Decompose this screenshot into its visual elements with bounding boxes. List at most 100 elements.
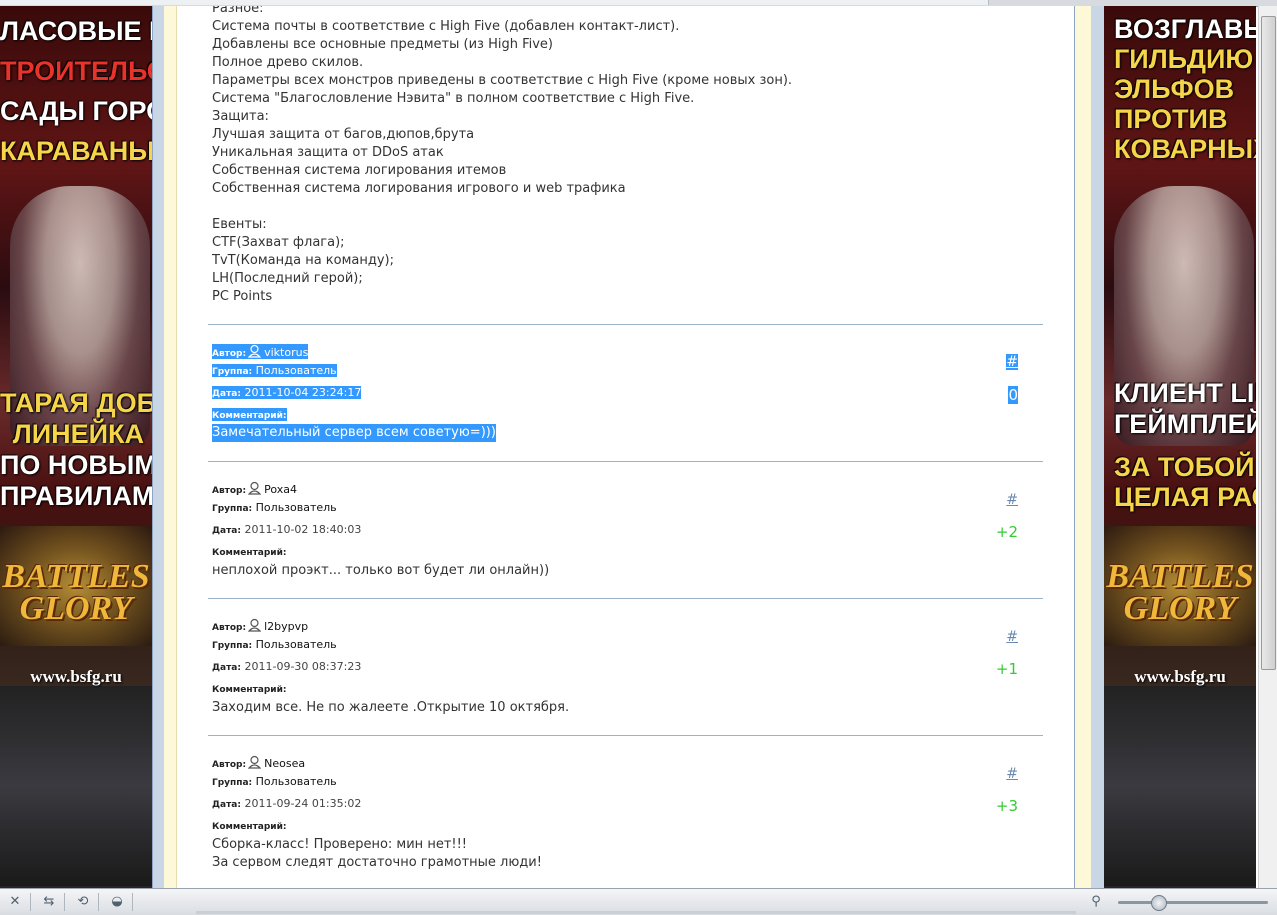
comment-label-row: Комментарий: <box>212 545 287 558</box>
right-ad-banner[interactable]: ВОЗГЛАВЬ ГИЛЬДИЮ ЭЛЬФОВ ПРОТИВ КОВАРНЫХ … <box>1104 6 1256 888</box>
user-icon <box>248 755 262 769</box>
banner-lower-art <box>1104 686 1256 886</box>
news-line: Система почты в соответствие с High Five… <box>212 19 680 34</box>
status-separator <box>64 893 65 911</box>
zoom-slider-track[interactable] <box>1118 901 1268 904</box>
comment-group-row: Группа: Пользователь <box>212 501 337 514</box>
comment-label: Комментарий: <box>212 411 287 421</box>
comment-body: Сборка-класс! Проверено: мин нет!!! За с… <box>212 836 542 872</box>
banner-text-line: КАРАВАНЫ <box>0 136 152 166</box>
page-border-right <box>1091 6 1104 888</box>
comment-label-row: Комментарий: <box>212 682 287 695</box>
comment-date-row: Дата: 2011-10-04 23:24:17 <box>212 386 362 399</box>
banner-text-line: ЭЛЬФОВ <box>1114 74 1235 104</box>
permalink-link[interactable]: # <box>1006 766 1018 782</box>
comment-body: неплохой проэкт... только вот будет ли о… <box>212 562 549 580</box>
status-separator <box>132 893 133 911</box>
group-label: Группа: <box>212 641 253 651</box>
banner-text-line: САДЫ ГОРОДОВ <box>0 96 152 126</box>
author-name-link[interactable]: Poxa4 <box>264 483 297 496</box>
share-icon[interactable]: ⟲ <box>74 894 92 910</box>
permalink-link[interactable]: # <box>1006 492 1018 508</box>
page-margin-left <box>164 6 177 888</box>
author-name-link[interactable]: l2bypvp <box>264 620 308 633</box>
news-line: LH(Последний герой); <box>212 271 363 286</box>
tab-strip-mid <box>420 0 959 5</box>
comment-divider <box>208 461 1043 462</box>
comment-label-row: Комментарий: <box>212 408 287 421</box>
left-ad-banner[interactable]: ЛАСОВЫЕ ВОЙНЫ ТРОИТЕЛЬСТВО САДЫ ГОРОДОВ … <box>0 6 152 888</box>
author-name-link[interactable]: viktorus <box>264 346 308 359</box>
banner-text-line: ТАРАЯ ДОБРАЯ <box>0 388 152 418</box>
arrows-icon[interactable]: ⇆ <box>40 894 58 910</box>
news-line: Евенты: <box>212 217 267 232</box>
tab-strip-left <box>0 0 421 5</box>
banner-text-line: ГЕЙМПЛЕЙ НА <box>1114 409 1256 439</box>
comment-rating: +2 <box>995 523 1018 541</box>
group-value: Пользователь <box>255 501 337 514</box>
comment-text-line: Сборка-класс! Проверено: мин нет!!! <box>212 837 468 852</box>
comment-text-line: Замечательный сервер всем советую=))) <box>212 424 496 442</box>
news-line: Добавлены все основные предметы (из High… <box>212 37 554 52</box>
news-line <box>212 198 792 216</box>
scrollbar-thumb[interactable] <box>1261 16 1276 670</box>
banner-text-line: ТРОИТЕЛЬСТВО <box>0 56 152 86</box>
date-label: Дата: <box>212 526 241 536</box>
comment-label: Комментарий: <box>212 548 287 558</box>
banner-text-line: ПО НОВЫМ <box>0 450 152 480</box>
comment-divider <box>208 735 1043 736</box>
banner-text-line: ПРАВИЛАМ <box>0 481 152 511</box>
status-separator <box>98 893 99 911</box>
banner-text-line: ЦЕЛАЯ РАСА! <box>1114 482 1256 512</box>
comment-text-line: За сервом следят достаточно грамотные лю… <box>212 855 542 870</box>
group-label: Группа: <box>212 367 253 377</box>
comment-date-row: Дата: 2011-09-24 01:35:02 <box>212 797 361 810</box>
close-icon[interactable]: ✕ <box>6 894 24 910</box>
date-value: 2011-10-02 18:40:03 <box>244 523 362 536</box>
speedometer-icon[interactable]: ◒ <box>108 894 126 910</box>
comment-author-row: Автор: l2bypvp <box>212 618 308 633</box>
news-text: Разное: Система почты в соответствие с H… <box>212 6 792 306</box>
comment-rating: +3 <box>995 797 1018 815</box>
page-content: Разное: Система почты в соответствие с H… <box>177 6 1074 888</box>
zoom-slider-thumb[interactable] <box>1150 895 1167 911</box>
news-line: Собственная система логирования итемов <box>212 163 507 178</box>
news-line: CTF(Захват флага); <box>212 235 345 250</box>
battles-for-glory-logo: BATTLES GLORY <box>2 558 150 627</box>
date-value: 2011-09-24 01:35:02 <box>244 797 362 810</box>
comment-author-row: Автор: Poxa4 <box>212 481 297 496</box>
news-line: Лучшая защита от багов,дюпов,брута <box>212 127 475 142</box>
group-label: Группа: <box>212 504 253 514</box>
news-line: Собственная система логирования игрового… <box>212 181 626 196</box>
banner-text-line: ЗА ТОБОЙ <box>1114 452 1255 482</box>
banner-lower-art <box>0 686 152 886</box>
comment-label: Комментарий: <box>212 685 287 695</box>
magnifier-icon[interactable]: ⚲ <box>1087 894 1105 910</box>
news-line: Уникальная защита от DDoS атак <box>212 145 444 160</box>
group-value: Пользователь <box>255 364 337 377</box>
comment-divider <box>208 598 1043 599</box>
news-line: PC Points <box>212 289 273 304</box>
comment-label: Комментарий: <box>212 822 287 832</box>
user-icon <box>248 618 262 632</box>
tab-strip-button[interactable] <box>958 0 989 5</box>
comment-group-row: Группа: Пользователь <box>212 364 337 377</box>
comment-date-row: Дата: 2011-09-30 08:37:23 <box>212 660 361 673</box>
user-icon <box>248 344 262 358</box>
news-line: Защита: <box>212 109 269 124</box>
comment-body: Замечательный сервер всем советую=))) <box>212 424 496 442</box>
permalink-link[interactable]: # <box>1006 629 1018 645</box>
group-value: Пользователь <box>255 638 337 651</box>
date-label: Дата: <box>212 389 241 399</box>
banner-text-line: КОВАРНЫХ ОРК <box>1114 134 1256 164</box>
date-value: 2011-09-30 08:37:23 <box>244 660 362 673</box>
group-label: Группа: <box>212 778 253 788</box>
permalink-link[interactable]: # <box>1006 354 1018 370</box>
comment-author-row: Автор: viktorus <box>212 344 309 359</box>
author-name-link[interactable]: Neosea <box>264 757 305 770</box>
news-line: Полное древо скилов. <box>212 55 364 70</box>
banner-text-line: ЛИНЕЙКА <box>12 419 144 449</box>
comment-body: Заходим все. Не по жалеете .Открытие 10 … <box>212 699 569 717</box>
author-label: Автор: <box>212 623 247 633</box>
date-label: Дата: <box>212 663 241 673</box>
